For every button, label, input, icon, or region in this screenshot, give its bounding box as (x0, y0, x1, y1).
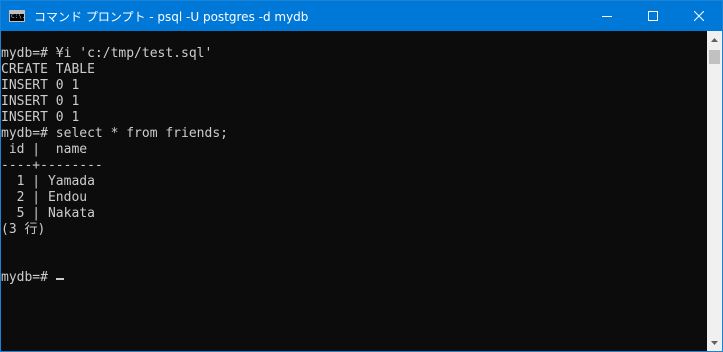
console-line: (3 行) (1, 222, 46, 237)
console-line: 5 | Nakata (1, 206, 95, 221)
minimize-button[interactable] (584, 1, 630, 31)
close-button[interactable] (676, 1, 722, 31)
prompt-line[interactable]: mydb=# (1, 270, 707, 286)
scroll-down-arrow-icon (711, 340, 718, 345)
console-output[interactable]: mydb=# ¥i 'c:/tmp/test.sql' CREATE TABLE… (1, 31, 707, 351)
console-line: mydb=# ¥i 'c:/tmp/test.sql' (1, 46, 213, 61)
cmd-app-icon-text: C:\. (11, 13, 26, 20)
console-line: INSERT 0 1 (1, 78, 80, 93)
close-icon (694, 11, 704, 21)
console-line: ----+-------- (1, 158, 103, 173)
scroll-down-button[interactable] (707, 334, 722, 351)
scrollbar-thumb[interactable] (709, 50, 720, 64)
prompt-text: mydb=# (1, 270, 56, 285)
console-line: mydb=# select * from friends; (1, 126, 228, 141)
minimize-icon (602, 16, 612, 17)
console-line: CREATE TABLE (1, 62, 95, 77)
maximize-icon (648, 11, 658, 21)
console-line: id | name (1, 142, 88, 157)
console-line: 2 | Endou (1, 190, 88, 205)
maximize-button[interactable] (630, 1, 676, 31)
command-prompt-window: C:\. コマンド プロンプト - psql -U postgres -d my… (0, 0, 723, 352)
title-bar[interactable]: C:\. コマンド プロンプト - psql -U postgres -d my… (1, 1, 722, 31)
window-controls (584, 1, 722, 31)
scroll-up-button[interactable] (707, 31, 722, 48)
scroll-up-arrow-icon (711, 37, 718, 42)
vertical-scrollbar[interactable] (707, 31, 722, 351)
cmd-app-icon[interactable]: C:\. (9, 10, 25, 22)
console-line: INSERT 0 1 (1, 110, 80, 125)
console-line: INSERT 0 1 (1, 94, 80, 109)
text-cursor (55, 278, 64, 280)
window-title: コマンド プロンプト - psql -U postgres -d mydb (34, 9, 309, 24)
console-line: 1 | Yamada (1, 174, 95, 189)
